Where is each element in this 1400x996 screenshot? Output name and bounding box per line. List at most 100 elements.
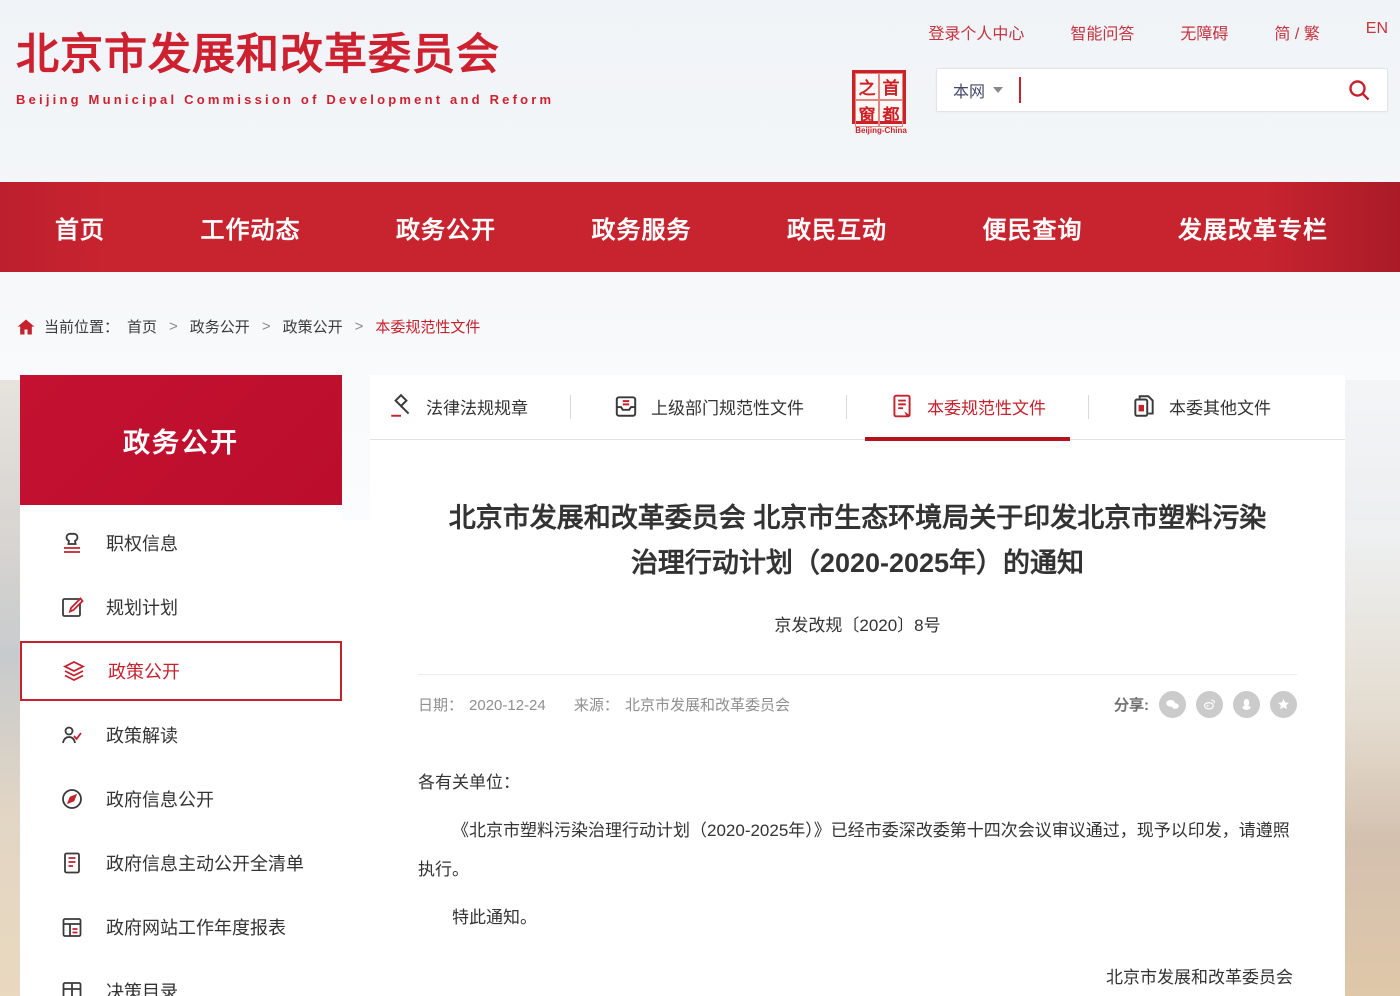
nav-work-dynamics[interactable]: 工作动态 — [201, 210, 301, 245]
sidebar-item-planning[interactable]: 规划计划 — [20, 575, 342, 639]
content-panel: 法律法规规章 上级部门规范性文件 — [370, 375, 1345, 996]
compass-icon — [60, 787, 84, 811]
share-bar: 分享: — [1114, 691, 1297, 718]
nav-gov-affairs-open[interactable]: 政务公开 — [396, 210, 496, 245]
sidebar-item-policy-open[interactable]: 政策公开 — [20, 641, 342, 701]
signature: 北京市发展和改革委员会 — [418, 963, 1297, 988]
share-label: 分享: — [1114, 694, 1149, 715]
tab-label: 上级部门规范性文件 — [651, 394, 804, 419]
seal-char: 首 — [879, 73, 903, 100]
breadcrumb-separator: > — [262, 318, 271, 335]
date-value: 2020-12-24 — [469, 697, 546, 714]
tab-label: 法律法规规章 — [426, 394, 528, 419]
sidebar-item-label: 政策解读 — [106, 722, 178, 748]
report-table-icon — [60, 915, 84, 939]
date-source: 日期： 2020-12-24 来源： 北京市发展和改革委员会 — [418, 694, 796, 715]
breadcrumb-label: 当前位置： — [44, 316, 119, 337]
breadcrumb-separator: > — [355, 318, 364, 335]
search-scope-label: 本网 — [953, 78, 985, 102]
tab-label: 本委规范性文件 — [927, 394, 1046, 419]
tab-divider — [570, 395, 571, 419]
breadcrumb: 当前位置： 首页 > 政务公开 > 政策公开 > 本委规范性文件 — [0, 316, 1400, 337]
main-navigation: 首页 工作动态 政务公开 政务服务 政民互动 便民查询 发展改革专栏 — [0, 182, 1400, 272]
article-title: 北京市发展和改革委员会 北京市生态环境局关于印发北京市塑料污染治理行动计划（20… — [418, 496, 1297, 585]
tab-committee-other-docs[interactable]: 本委其他文件 — [1131, 375, 1271, 439]
nav-reform-column[interactable]: 发展改革专栏 — [1178, 210, 1328, 245]
breadcrumb-separator: > — [169, 318, 178, 335]
search-bar: 本网 — [936, 68, 1388, 112]
sidebar-item-label: 政府信息主动公开全清单 — [106, 850, 304, 876]
sidebar-item-label: 决策目录 — [106, 978, 178, 996]
file-copy-icon — [1131, 393, 1157, 419]
tab-label: 本委其他文件 — [1169, 394, 1271, 419]
breadcrumb-gov-open[interactable]: 政务公开 — [190, 316, 250, 337]
document-red-icon — [889, 393, 915, 419]
nav-home[interactable]: 首页 — [55, 210, 105, 245]
search-input[interactable] — [1021, 69, 1347, 111]
gavel-icon — [388, 393, 414, 419]
tab-divider — [846, 395, 847, 419]
stamp-icon — [60, 531, 84, 555]
document-tabs: 法律法规规章 上级部门规范性文件 — [370, 375, 1345, 440]
sidebar-item-policy-interpretation[interactable]: 政策解读 — [20, 703, 342, 767]
paragraph: 特此通知。 — [418, 899, 1297, 937]
sidebar-item-label: 政府网站工作年度报表 — [106, 914, 286, 940]
simplified-traditional-link[interactable]: 简 / 繁 — [1274, 20, 1319, 44]
site-logo[interactable]: 北京市发展和改革委员会 Beijing Municipal Commission… — [16, 20, 554, 107]
date-label: 日期： — [418, 697, 463, 714]
seal-caption: Beijing-China — [852, 126, 910, 135]
article-meta: 日期： 2020-12-24 来源： 北京市发展和改革委员会 分享: — [418, 674, 1297, 718]
sidebar-item-label: 规划计划 — [106, 594, 178, 620]
login-link[interactable]: 登录个人中心 — [928, 20, 1024, 44]
breadcrumb-home[interactable]: 首页 — [127, 316, 157, 337]
search-icon[interactable] — [1347, 78, 1371, 102]
seal-char: 之 — [855, 73, 879, 100]
sidebar-item-annual-report[interactable]: 政府网站工作年度报表 — [20, 895, 342, 959]
favorite-star-icon[interactable] — [1270, 691, 1297, 718]
paragraph: 《北京市塑料污染治理行动计划（2020-2025年）》已经市委深改委第十四次会议… — [418, 812, 1297, 889]
sidebar: 政务公开 职权信息 规划计划 — [20, 375, 342, 996]
tab-superior-normative-docs[interactable]: 上级部门规范性文件 — [613, 375, 804, 439]
weibo-share-icon[interactable] — [1196, 691, 1223, 718]
sidebar-item-label: 政府信息公开 — [106, 786, 214, 812]
sidebar-item-gov-info-open[interactable]: 政府信息公开 — [20, 767, 342, 831]
breadcrumb-policy-open[interactable]: 政策公开 — [283, 316, 343, 337]
smart-qa-link[interactable]: 智能问答 — [1070, 20, 1134, 44]
edit-icon — [60, 595, 84, 619]
source-label: 来源： — [574, 697, 619, 714]
site-title: 北京市发展和改革委员会 — [16, 20, 554, 82]
folder-grid-icon — [60, 979, 84, 996]
beijing-china-seal-logo[interactable]: 之 首 窗 都 Beijing-China — [852, 70, 910, 135]
english-link[interactable]: EN — [1366, 20, 1388, 44]
sidebar-title: 政务公开 — [20, 375, 342, 505]
wechat-share-icon[interactable] — [1159, 691, 1186, 718]
layers-icon — [62, 659, 86, 683]
inbox-icon — [613, 393, 639, 419]
nav-convenient-query[interactable]: 便民查询 — [983, 210, 1083, 245]
sidebar-item-decision-directory[interactable]: 决策目录 — [20, 959, 342, 996]
tab-laws-regulations[interactable]: 法律法规规章 — [388, 375, 528, 439]
qq-share-icon[interactable] — [1233, 691, 1260, 718]
sidebar-item-authority-info[interactable]: 职权信息 — [20, 511, 342, 575]
sidebar-item-proactive-disclosure-list[interactable]: 政府信息主动公开全清单 — [20, 831, 342, 895]
home-icon[interactable] — [16, 317, 36, 337]
site-header: 北京市发展和改革委员会 Beijing Municipal Commission… — [0, 0, 1400, 182]
sidebar-item-label: 政策公开 — [108, 658, 180, 684]
document-icon — [60, 851, 84, 875]
salutation: 各有关单位： — [418, 764, 1297, 802]
breadcrumb-current: 本委规范性文件 — [375, 316, 480, 337]
document-number: 京发改规〔2020〕8号 — [418, 611, 1297, 636]
tab-divider — [1088, 395, 1089, 419]
nav-gov-services[interactable]: 政务服务 — [592, 210, 692, 245]
article-body: 各有关单位： 《北京市塑料污染治理行动计划（2020-2025年）》已经市委深改… — [418, 764, 1297, 937]
article: 北京市发展和改革委员会 北京市生态环境局关于印发北京市塑料污染治理行动计划（20… — [370, 496, 1345, 988]
chevron-down-icon — [993, 87, 1003, 93]
utility-links: 登录个人中心 智能问答 无障碍 简 / 繁 EN — [818, 20, 1388, 44]
sidebar-item-label: 职权信息 — [106, 530, 178, 556]
person-check-icon — [60, 723, 84, 747]
accessibility-link[interactable]: 无障碍 — [1180, 20, 1228, 44]
search-scope-dropdown[interactable]: 本网 — [953, 78, 1003, 102]
nav-public-interaction[interactable]: 政民互动 — [787, 210, 887, 245]
tab-committee-normative-docs[interactable]: 本委规范性文件 — [889, 375, 1046, 439]
source-value: 北京市发展和改革委员会 — [625, 697, 790, 714]
